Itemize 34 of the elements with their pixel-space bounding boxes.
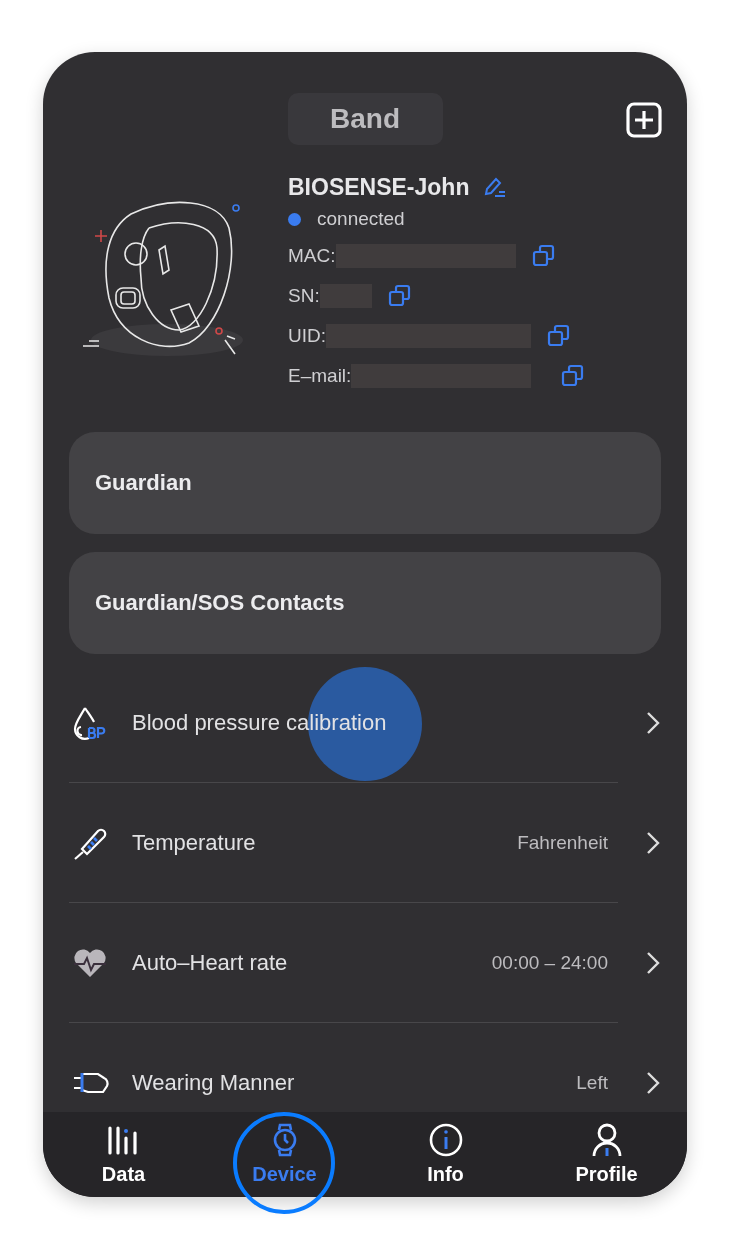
person-icon — [590, 1123, 623, 1157]
copy-icon[interactable] — [561, 364, 586, 388]
tab[interactable]: Info — [365, 1112, 526, 1197]
setting-label: Wearing Manner — [132, 1069, 296, 1096]
setting-value: Fahrenheit — [517, 831, 608, 854]
chevron-icon — [646, 1071, 660, 1095]
chevron-icon — [646, 711, 660, 735]
tab[interactable]: Profile — [526, 1112, 687, 1197]
field-label: MAC: — [288, 245, 336, 267]
copy-icon[interactable] — [547, 324, 571, 348]
tab[interactable]: Data — [43, 1112, 204, 1197]
setting-value: Left — [576, 1071, 608, 1094]
heart-rate-icon — [72, 946, 108, 979]
menu-card[interactable]: Guardian/SOS Contacts — [69, 552, 661, 654]
setting-value: 00:00 – 24:00 — [491, 951, 608, 974]
menu-card[interactable]: Guardian — [69, 432, 661, 534]
tab[interactable]: Device — [204, 1112, 365, 1197]
copy-icon[interactable] — [531, 244, 556, 268]
field-label: E–mail: — [288, 365, 352, 387]
page-title[interactable]: Band — [287, 93, 443, 145]
device-name: BIOSENSE-John — [288, 173, 470, 201]
connection-status: connected — [317, 208, 405, 230]
settings-row[interactable]: Auto–Heart rate 00:00 – 24:00 — [69, 903, 618, 1023]
info-icon — [428, 1123, 463, 1157]
chevron-icon — [646, 831, 660, 855]
add-icon[interactable] — [626, 102, 662, 138]
copy-icon[interactable] — [387, 284, 412, 308]
settings-row[interactable]: Temperature Fahrenheit — [69, 783, 618, 903]
setting-label: Temperature — [132, 829, 257, 856]
field-label: SN: — [288, 285, 320, 307]
setting-label: Auto–Heart rate — [132, 949, 289, 976]
chevron-icon — [646, 951, 660, 975]
field-label: UID: — [288, 325, 326, 347]
edit-icon[interactable] — [483, 176, 508, 198]
